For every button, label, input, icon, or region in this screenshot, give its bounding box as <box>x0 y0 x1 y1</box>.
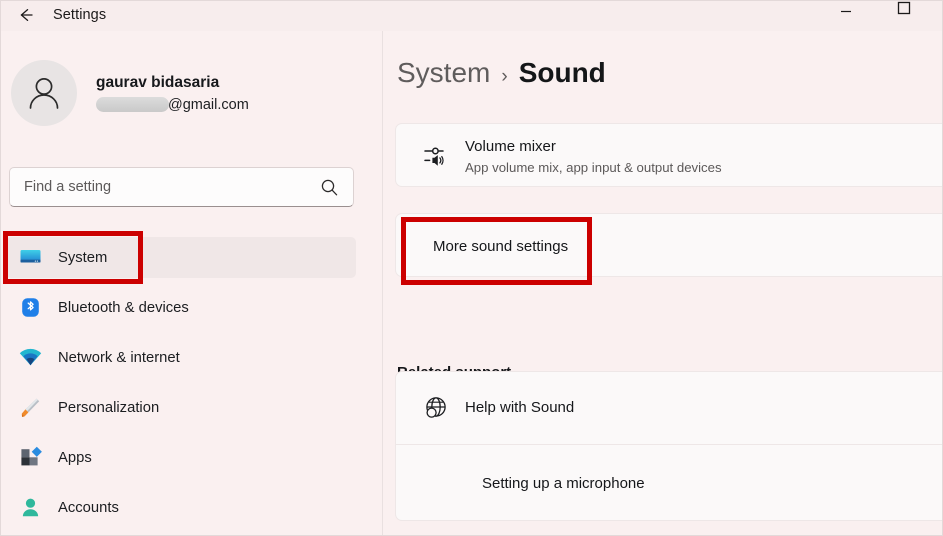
bluetooth-icon <box>15 296 45 319</box>
title-bar: Settings <box>1 1 942 31</box>
profile-name: gaurav bidasaria <box>96 74 220 92</box>
volume-mixer-icon <box>416 141 456 171</box>
help-with-sound-card: Help with Sound Setting up a microphone <box>395 371 942 522</box>
sidebar-item-label: Apps <box>58 449 92 466</box>
search-input[interactable] <box>24 179 304 195</box>
help-with-sound-title: Help with Sound <box>465 398 575 416</box>
window-title: Settings <box>53 7 107 23</box>
sidebar-item-bluetooth-devices[interactable]: Bluetooth & devices <box>6 287 356 328</box>
help-with-sound-row[interactable]: Help with Sound <box>396 372 942 444</box>
help-link-row[interactable]: Setting up a microphone <box>396 445 942 522</box>
volume-mixer-row[interactable]: Volume mixer App volume mix, app input &… <box>396 124 942 188</box>
page-title: Sound <box>518 57 606 88</box>
avatar <box>11 60 77 126</box>
more-sound-settings-row[interactable]: More sound settings <box>396 214 942 278</box>
user-profile[interactable]: gaurav bidasaria @gmail.com <box>11 58 371 128</box>
volume-mixer-title: Volume mixer <box>465 138 556 156</box>
main-content: System › Sound Volume mixer App volume m… <box>384 31 942 535</box>
sidebar-item-label: Accounts <box>58 499 119 516</box>
help-with-sound-text: Help with Sound <box>465 398 574 418</box>
profile-text: gaurav bidasaria @gmail.com <box>96 73 249 113</box>
minimize-button[interactable] <box>823 1 869 23</box>
apps-icon <box>15 446 45 469</box>
wifi-icon <box>15 346 45 369</box>
profile-email-row: @gmail.com <box>96 97 249 113</box>
sidebar-item-personalization[interactable]: Personalization <box>6 387 356 428</box>
breadcrumb-parent[interactable]: System <box>397 57 490 89</box>
profile-email: @gmail.com <box>168 96 249 113</box>
sidebar-item-label: Personalization <box>58 399 160 416</box>
more-sound-settings-label: More sound settings <box>433 237 569 255</box>
back-button[interactable] <box>9 1 43 31</box>
monitor-icon <box>15 246 45 269</box>
sidebar-item-label: Bluetooth & devices <box>58 299 189 316</box>
volume-mixer-text: Volume mixer App volume mix, app input &… <box>465 137 722 174</box>
sidebar: gaurav bidasaria @gmail.com Find a setti… <box>1 31 383 535</box>
sidebar-item-label: Network & internet <box>58 349 180 366</box>
minimize-icon <box>841 10 851 13</box>
maximize-button[interactable] <box>881 1 927 23</box>
search-box[interactable] <box>9 167 354 207</box>
settings-window: Settings gaurav bidasaria @gmail.com Fin… <box>0 0 943 536</box>
sidebar-item-accounts[interactable]: Accounts <box>6 487 356 528</box>
sidebar-item-network-internet[interactable]: Network & internet <box>6 337 356 378</box>
more-sound-settings-card: More sound settings <box>395 213 942 278</box>
globe-help-icon <box>416 394 456 422</box>
sidebar-item-apps[interactable]: Apps <box>6 437 356 478</box>
search-icon <box>320 178 339 202</box>
volume-mixer-card: Volume mixer App volume mix, app input &… <box>395 123 942 188</box>
sidebar-item-label: System <box>58 249 108 266</box>
sidebar-item-system[interactable]: System <box>6 237 356 278</box>
email-redaction-bar <box>96 97 169 113</box>
paintbrush-icon <box>15 396 45 419</box>
breadcrumb-separator-icon: › <box>501 66 508 87</box>
breadcrumb: System › Sound <box>397 57 606 89</box>
volume-mixer-subtitle: App volume mix, app input & output devic… <box>465 159 722 175</box>
back-arrow-icon <box>20 8 33 22</box>
maximize-icon <box>897 1 911 15</box>
person-avatar-icon <box>29 78 59 109</box>
help-link-label: Setting up a microphone <box>482 475 645 492</box>
account-icon <box>15 496 45 519</box>
